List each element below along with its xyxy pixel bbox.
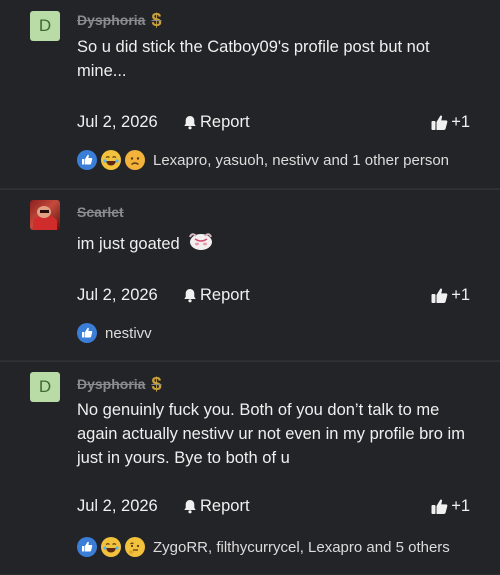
thumbs-up-icon	[431, 288, 448, 303]
thinking-icon	[125, 537, 145, 557]
sad-icon	[125, 150, 145, 170]
like-count: +1	[451, 286, 470, 304]
bell-icon	[184, 116, 196, 130]
reactions-summary[interactable]: nestivv	[77, 323, 152, 343]
like-button[interactable]: +1	[431, 286, 470, 305]
post-body: No genuinly fuck you. Both of you don’t …	[77, 401, 465, 467]
like-button[interactable]: +1	[431, 497, 470, 516]
post-date[interactable]: Jul 2, 2026	[77, 497, 158, 516]
reactions-users: ZygoRR, filthycurrycel, Lexapro and 5 ot…	[153, 538, 450, 556]
profile-post: D Dysphoria $ No genuinly fuck you. Both…	[0, 361, 500, 575]
post-body-text: im just goated	[77, 234, 180, 253]
reactions-users: nestivv	[105, 324, 152, 342]
username-link[interactable]: Scarlet	[77, 204, 124, 220]
username: Scarlet	[77, 204, 124, 220]
post-body: So u did stick the Catboy09's profile po…	[77, 38, 430, 80]
report-label: Report	[200, 113, 250, 131]
avatar[interactable]: D	[30, 372, 60, 402]
thumbs-up-icon	[431, 499, 448, 514]
post-body: im just goated	[77, 230, 477, 259]
like-icon	[77, 323, 97, 343]
goat-icon	[188, 230, 214, 259]
username: Dysphoria	[77, 376, 146, 392]
thumbs-up-icon	[431, 115, 448, 130]
like-button[interactable]: +1	[431, 113, 470, 132]
like-icon	[77, 537, 97, 557]
reactions-summary[interactable]: Lexapro, yasuoh, nestivv and 1 other per…	[77, 150, 449, 170]
reactions-users: Lexapro, yasuoh, nestivv and 1 other per…	[153, 151, 450, 169]
report-button[interactable]: Report	[183, 497, 250, 516]
username: Dysphoria	[77, 12, 146, 28]
post-meta: Jul 2, 2026 Report +1	[77, 497, 470, 519]
profile-post: D Dysphoria $ So u did stick the Catboy0…	[0, 0, 500, 189]
username-link[interactable]: Dysphoria $	[77, 374, 162, 394]
laugh-icon	[101, 537, 121, 557]
laugh-icon	[101, 150, 121, 170]
profile-post: Scarlet im just goated Jul 2, 2026 Repor…	[0, 189, 500, 361]
avatar[interactable]	[30, 200, 60, 230]
like-icon	[77, 150, 97, 170]
post-meta: Jul 2, 2026 Report +1	[77, 113, 470, 135]
like-count: +1	[451, 497, 470, 515]
bell-icon	[184, 289, 196, 303]
report-button[interactable]: Report	[183, 113, 250, 132]
report-label: Report	[200, 286, 250, 304]
bell-icon	[184, 500, 196, 514]
badge-dollar-icon: $	[151, 10, 162, 30]
username-link[interactable]: Dysphoria $	[77, 10, 162, 30]
post-date[interactable]: Jul 2, 2026	[77, 286, 158, 305]
profile-posts-feed: D Dysphoria $ So u did stick the Catboy0…	[0, 0, 500, 575]
reactions-summary[interactable]: ZygoRR, filthycurrycel, Lexapro and 5 ot…	[77, 537, 450, 557]
badge-dollar-icon: $	[151, 374, 162, 394]
report-button[interactable]: Report	[183, 286, 250, 305]
avatar[interactable]: D	[30, 11, 60, 41]
report-label: Report	[200, 497, 250, 515]
like-count: +1	[451, 113, 470, 131]
post-date[interactable]: Jul 2, 2026	[77, 113, 158, 132]
post-meta: Jul 2, 2026 Report +1	[77, 286, 470, 308]
